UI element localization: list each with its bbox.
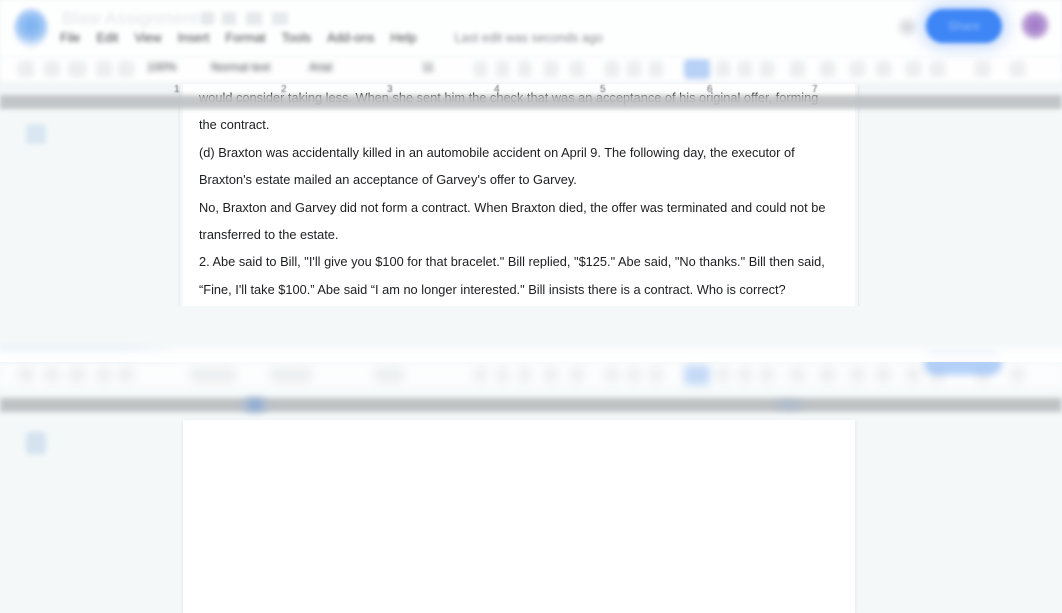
title-action-icons[interactable] <box>200 12 288 25</box>
user-avatar-icon[interactable] <box>1020 10 1050 40</box>
font-family-value[interactable]: Arial <box>309 61 332 74</box>
line-spacing-icon[interactable] <box>790 61 805 77</box>
document-title[interactable]: Blaw Assignment D <box>62 8 216 29</box>
hide-menus-icon[interactable] <box>1010 61 1025 77</box>
header-right-actions: Share <box>880 0 1062 56</box>
decrease-indent-icon[interactable] <box>906 61 921 77</box>
print-icon[interactable] <box>68 61 86 77</box>
formatting-toolbar[interactable]: 100% Normal text Arial 11 <box>0 56 1062 82</box>
comment-icon[interactable] <box>896 16 918 38</box>
increase-indent-icon[interactable] <box>930 61 945 77</box>
menu-item-add-ons[interactable]: Add-ons <box>327 31 374 45</box>
share-button-label: Share <box>947 19 981 33</box>
align-right-icon[interactable] <box>738 61 752 77</box>
ruler-mark: 6 <box>707 84 713 95</box>
ruler-mark: 4 <box>494 84 500 95</box>
ghost-share-button <box>924 353 1002 375</box>
align-left-icon[interactable] <box>684 59 710 79</box>
ruler-mark: 1 <box>174 84 180 95</box>
ghost-ruler-tab-marker <box>770 396 808 414</box>
undo-icon[interactable] <box>18 61 34 77</box>
align-center-icon[interactable] <box>716 61 730 77</box>
highlight-color-icon[interactable] <box>570 61 584 77</box>
ghost-ruler-indent-marker <box>240 394 270 416</box>
document-paragraph: (d) Braxton was accidentally killed in a… <box>199 144 795 188</box>
document-paragraph: 2. Abe said to Bill, "I'll give you $100… <box>199 254 825 297</box>
ghost-formatting-toolbar <box>0 362 1062 388</box>
ghost-page-body <box>183 420 855 613</box>
menu-item-edit[interactable]: Edit <box>96 31 118 45</box>
zoom-level-value[interactable]: 100% <box>147 61 177 74</box>
text-color-icon[interactable] <box>544 61 558 77</box>
font-size-value[interactable]: 11 <box>422 61 434 74</box>
insert-image-icon[interactable] <box>649 61 663 77</box>
menu-bar: File Edit View Insert Format Tools Add-o… <box>60 31 603 45</box>
spelling-check-icon[interactable] <box>96 61 112 77</box>
checklist-icon[interactable] <box>820 61 835 77</box>
ruler-measurements: 1 2 3 4 5 6 7 <box>0 84 1062 100</box>
bulleted-list-icon[interactable] <box>850 61 865 77</box>
bold-icon[interactable] <box>474 61 487 77</box>
align-justify-icon[interactable] <box>760 61 774 77</box>
google-docs-window: would consider taking less. When she sen… <box>0 0 1062 613</box>
last-edit-status[interactable]: Last edit was seconds ago <box>455 31 603 45</box>
menu-item-tools[interactable]: Tools <box>282 31 312 45</box>
ruler-mark: 3 <box>387 84 393 95</box>
docs-logo-icon[interactable] <box>14 8 48 48</box>
insert-comment-icon[interactable] <box>627 61 641 77</box>
paint-format-icon[interactable] <box>118 61 134 77</box>
redo-icon[interactable] <box>44 61 60 77</box>
insert-link-icon[interactable] <box>605 61 619 77</box>
ruler-mark: 5 <box>600 84 606 95</box>
ruler-mark: 7 <box>812 84 818 95</box>
menu-item-view[interactable]: View <box>134 31 161 45</box>
document-outline-icon[interactable] <box>26 124 46 144</box>
paragraph-style-value[interactable]: Normal text <box>211 61 270 74</box>
menu-item-file[interactable]: File <box>60 31 80 45</box>
document-paragraph: No, Braxton and Garvey did not form a co… <box>199 199 826 243</box>
share-button[interactable]: Share <box>926 9 1002 43</box>
underline-icon[interactable] <box>518 61 531 77</box>
ghost-document-outline-icon <box>26 432 46 454</box>
menu-item-help[interactable]: Help <box>390 31 416 45</box>
ghost-title-row <box>0 346 1062 362</box>
editing-mode-icon[interactable] <box>975 61 990 77</box>
menu-item-format[interactable]: Format <box>225 31 265 45</box>
numbered-list-icon[interactable] <box>876 61 891 77</box>
app-header: Blaw Assignment D File Edit View Insert … <box>0 0 1062 56</box>
italic-icon[interactable] <box>496 61 509 77</box>
ruler-mark: 2 <box>281 84 287 95</box>
menu-item-insert[interactable]: Insert <box>178 31 210 45</box>
ghost-horizontal-ruler <box>0 398 1062 412</box>
